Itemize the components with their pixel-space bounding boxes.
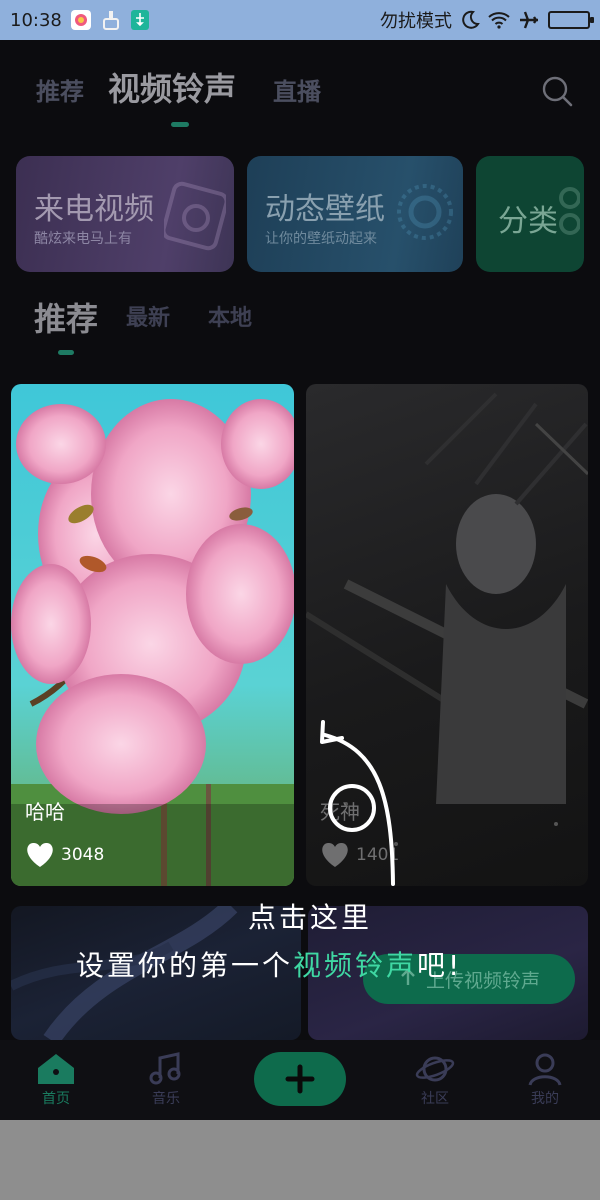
grid-icon [552, 186, 581, 240]
video-title: 哈哈 [25, 800, 65, 824]
like-count-value: 1401 [356, 845, 400, 865]
heart-icon [27, 842, 53, 867]
bottom-nav: 首页 音乐 社区 我的 [0, 1040, 600, 1120]
subtab-local[interactable]: 本地 [208, 300, 252, 332]
subtab-latest[interactable]: 最新 [126, 300, 170, 332]
card-subtitle: 酷炫来电马上有 [34, 231, 132, 247]
dnd-label: 勿扰模式 [380, 11, 452, 32]
upload-button-label: 上传视频铃声 [425, 969, 540, 992]
moon-icon [460, 10, 480, 30]
card-incoming-video[interactable]: 来电视频 酷炫来电马上有 [16, 156, 234, 272]
tab-underline [171, 122, 189, 127]
home-icon [38, 1054, 74, 1084]
video-card[interactable] [11, 906, 301, 1040]
app-screen: 推荐 视频铃声 直播 来电视频 酷炫来电马上有 动态壁纸 让你的壁纸动起来 分类 [0, 40, 600, 1120]
battery-icon [548, 11, 594, 29]
empty-area [0, 1120, 600, 1200]
music-note-icon [149, 1052, 181, 1085]
add-button[interactable] [254, 1052, 346, 1106]
tab-video-ringtone[interactable]: 视频铃声 [108, 64, 236, 110]
lens-icon [385, 174, 455, 258]
nav-label: 首页 [42, 1091, 70, 1107]
status-time: 10:38 [10, 9, 62, 31]
camera-icon [161, 174, 229, 256]
upload-icon [398, 967, 418, 992]
wifi-icon [488, 11, 510, 29]
card-live-wallpaper[interactable]: 动态壁纸 让你的壁纸动起来 [247, 156, 463, 272]
like-count: 3048 [25, 842, 104, 868]
airplane-icon [518, 10, 540, 30]
app-notification-icon [70, 9, 92, 31]
card-category[interactable]: 分类 [476, 156, 584, 272]
subtab-recommend[interactable]: 推荐 [34, 294, 98, 340]
video-card[interactable]: 死神 1401 [306, 384, 588, 886]
nav-community[interactable]: 社区 [395, 1052, 475, 1108]
usb-icon [130, 9, 150, 31]
card-title: 来电视频 [34, 192, 154, 227]
heart-icon [322, 842, 348, 867]
tab-live[interactable]: 直播 [273, 72, 321, 107]
nav-label: 我的 [531, 1091, 559, 1107]
user-icon [528, 1053, 562, 1086]
status-bar: 10:38 勿扰模式 [0, 0, 600, 40]
nav-home[interactable]: 首页 [16, 1052, 96, 1108]
category-cards: 来电视频 酷炫来电马上有 动态壁纸 让你的壁纸动起来 分类 [0, 156, 600, 274]
video-title: 死神 [320, 800, 360, 824]
video-thumbnail [11, 906, 238, 1040]
upload-card: 上传视频铃声 [308, 906, 588, 1040]
nav-label: 社区 [421, 1091, 449, 1107]
top-nav: 推荐 视频铃声 直播 [0, 40, 600, 140]
brush-icon [100, 9, 122, 31]
subtab-underline [58, 350, 74, 355]
plus-icon [285, 1064, 315, 1094]
video-card[interactable]: 哈哈 3048 [11, 384, 294, 886]
upload-video-button[interactable]: 上传视频铃声 [363, 954, 575, 1004]
nav-label: 音乐 [152, 1091, 180, 1107]
like-count: 1401 [320, 842, 399, 868]
card-title: 动态壁纸 [265, 192, 385, 227]
search-icon[interactable] [540, 74, 574, 108]
card-subtitle: 让你的壁纸动起来 [265, 231, 377, 247]
planet-icon [415, 1056, 455, 1082]
like-count-value: 3048 [61, 845, 105, 865]
nav-music[interactable]: 音乐 [126, 1052, 206, 1108]
tab-recommend[interactable]: 推荐 [36, 72, 84, 107]
card-title: 分类 [498, 204, 558, 239]
nav-profile[interactable]: 我的 [505, 1052, 585, 1108]
